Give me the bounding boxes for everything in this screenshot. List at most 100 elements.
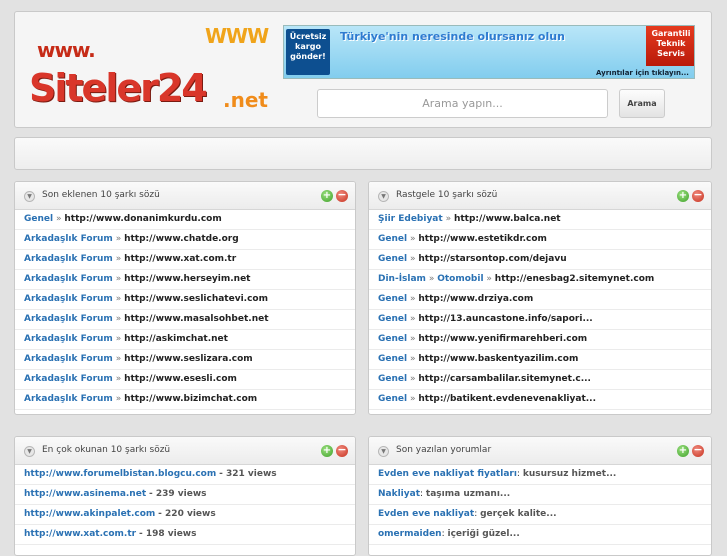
category-link[interactable]: Genel — [378, 354, 407, 364]
site-url-link[interactable]: http://www.akinpalet.com — [24, 509, 155, 519]
add-icon[interactable]: + — [677, 190, 689, 202]
category-link[interactable]: Genel — [378, 394, 407, 404]
site-url-link[interactable]: http://starsontop.com/dejavu — [418, 254, 566, 264]
site-url-link[interactable]: http://www.seslizara.com — [124, 354, 253, 364]
separator: » — [486, 274, 492, 284]
site-url-link[interactable]: http://enesbag2.sitemynet.com — [495, 274, 654, 284]
category-link[interactable]: Arkadaşlık Forum — [24, 234, 113, 244]
comment-excerpt: içeriği güzel... — [447, 529, 520, 539]
category-link[interactable]: Genel — [378, 374, 407, 384]
separator: » — [409, 254, 416, 264]
site-url-link[interactable]: http://batikent.evdenevenakliyat... — [418, 394, 596, 404]
site-header: www. WWW Siteler24 .net Ücretsiz kargo g… — [14, 11, 712, 128]
category-link[interactable]: Arkadaşlık Forum — [24, 374, 113, 384]
site-url-link[interactable]: http://www.baskentyazilim.com — [418, 354, 578, 364]
logo-decoration: WWW — [205, 24, 269, 48]
remove-icon[interactable]: − — [692, 444, 704, 457]
site-url-link[interactable]: http://www.forumelbistan.blogcu.com — [24, 469, 216, 479]
category-link[interactable]: Şiir Edebiyat — [378, 214, 443, 224]
category-link[interactable]: Arkadaşlık Forum — [24, 354, 113, 364]
category-link[interactable]: Genel — [378, 314, 407, 324]
add-icon[interactable]: + — [677, 445, 689, 457]
separator: » — [115, 314, 122, 324]
list-item: Arkadaşlık Forum » http://www.bizimchat.… — [15, 390, 355, 410]
comment-topic-link[interactable]: Evden eve nakliyat — [378, 509, 474, 519]
comment-topic-link[interactable]: Evden eve nakliyat fiyatları — [378, 469, 517, 479]
category-link[interactable]: Genel — [378, 334, 407, 344]
list-item: Genel » http://starsontop.com/dejavu — [369, 250, 711, 270]
list-item: Genel » http://www.yenifirmarehberi.com — [369, 330, 711, 350]
site-url-link[interactable]: http://www.drziya.com — [418, 294, 533, 304]
add-icon[interactable]: + — [321, 445, 333, 457]
banner-service-badge: Garantili Teknik Servis — [646, 26, 694, 66]
separator: » — [55, 214, 62, 224]
search-input[interactable]: Arama yapın... — [317, 89, 608, 118]
list-item: Genel » http://carsambalilar.sitemynet.c… — [369, 370, 711, 390]
site-url-link[interactable]: http://www.herseyim.net — [124, 274, 250, 284]
site-url-link[interactable]: http://www.asinema.net — [24, 489, 146, 499]
site-url-link[interactable]: http://www.donanimkurdu.com — [64, 214, 221, 224]
site-url-link[interactable]: http://www.xat.com.tr — [124, 254, 236, 264]
random-list: Şiir Edebiyat » http://www.balca.net Gene… — [369, 210, 711, 410]
logo-prefix: www. — [37, 38, 96, 62]
site-url-link[interactable]: http://www.balca.net — [454, 214, 561, 224]
category-link[interactable]: Arkadaşlık Forum — [24, 274, 113, 284]
logo-name: Siteler24 — [29, 66, 208, 110]
site-url-link[interactable]: http://carsambalilar.sitemynet.c... — [418, 374, 591, 384]
site-url-link[interactable]: http://www.masalsohbet.net — [124, 314, 268, 324]
separator: » — [409, 234, 416, 244]
comment-excerpt: taşıma uzmanı... — [425, 489, 511, 499]
category-link[interactable]: Arkadaşlık Forum — [24, 394, 113, 404]
collapse-toggle-icon[interactable]: ▼ — [378, 191, 389, 202]
panel-header: ▼ Son yazılan yorumlar + − — [369, 437, 711, 465]
separator: » — [409, 294, 416, 304]
banner-details-link: Ayrıntılar için tıklayın... — [596, 69, 689, 77]
category-link[interactable]: Arkadaşlık Forum — [24, 254, 113, 264]
separator: » — [409, 394, 416, 404]
site-logo[interactable]: www. WWW Siteler24 .net — [27, 18, 273, 120]
site-url-link[interactable]: http://www.chatde.org — [124, 234, 239, 244]
list-item: Arkadaşlık Forum » http://www.herseyim.n… — [15, 270, 355, 290]
latest-list: Genel » http://www.donanimkurdu.com Arkad… — [15, 210, 355, 410]
view-count: - 239 views — [149, 489, 207, 499]
list-item: Genel » http://www.drziya.com — [369, 290, 711, 310]
site-url-link[interactable]: http://www.xat.com.tr — [24, 529, 136, 539]
category-link[interactable]: Din-İslam — [378, 274, 426, 284]
collapse-toggle-icon[interactable]: ▼ — [24, 191, 35, 202]
site-url-link[interactable]: http://13.auncastone.info/sapori... — [418, 314, 592, 324]
list-item: Din-İslam » Otomobil » http://enesbag2.s… — [369, 270, 711, 290]
advertisement-banner[interactable]: Ücretsiz kargo gönder! Türkiye'nin neres… — [283, 25, 695, 79]
search-button[interactable]: Arama — [619, 89, 665, 118]
comment-topic-link[interactable]: omermaiden — [378, 529, 442, 539]
category-link[interactable]: Genel — [378, 254, 407, 264]
category-link[interactable]: Arkadaşlık Forum — [24, 294, 113, 304]
category-link[interactable]: Arkadaşlık Forum — [24, 314, 113, 324]
add-icon[interactable]: + — [321, 190, 333, 202]
category-link[interactable]: Genel — [378, 294, 407, 304]
category-link[interactable]: Genel — [378, 234, 407, 244]
site-url-link[interactable]: http://askimchat.net — [124, 334, 228, 344]
collapse-toggle-icon[interactable]: ▼ — [378, 446, 389, 457]
site-url-link[interactable]: http://www.seslichatevi.com — [124, 294, 268, 304]
random-panel: ▼ Rastgele 10 şarkı sözü + − Şiir Edebiy… — [368, 181, 712, 415]
site-url-link[interactable]: http://www.esesli.com — [124, 374, 237, 384]
banner-headline: Türkiye'nin neresinde olursanız olun — [340, 30, 565, 43]
site-url-link[interactable]: http://www.bizimchat.com — [124, 394, 257, 404]
category-link[interactable]: Arkadaşlık Forum — [24, 334, 113, 344]
remove-icon[interactable]: − — [336, 189, 348, 202]
category-link[interactable]: Genel — [24, 214, 53, 224]
list-item: Arkadaşlık Forum » http://askimchat.net — [15, 330, 355, 350]
remove-icon[interactable]: − — [336, 444, 348, 457]
subcategory-link[interactable]: Otomobil — [437, 274, 483, 284]
comment-excerpt: kusursuz hizmet... — [522, 469, 617, 479]
comment-excerpt: gerçek kalite... — [480, 509, 557, 519]
list-item: http://www.forumelbistan.blogcu.com - 32… — [15, 465, 355, 485]
site-url-link[interactable]: http://www.estetikdr.com — [418, 234, 547, 244]
remove-icon[interactable]: − — [692, 189, 704, 202]
separator: » — [409, 354, 416, 364]
list-item: Evden eve nakliyat fiyatları: kusursuz h… — [369, 465, 711, 485]
collapse-toggle-icon[interactable]: ▼ — [24, 446, 35, 457]
view-count: - 321 views — [219, 469, 277, 479]
site-url-link[interactable]: http://www.yenifirmarehberi.com — [418, 334, 587, 344]
comment-topic-link[interactable]: Nakliyat — [378, 489, 420, 499]
